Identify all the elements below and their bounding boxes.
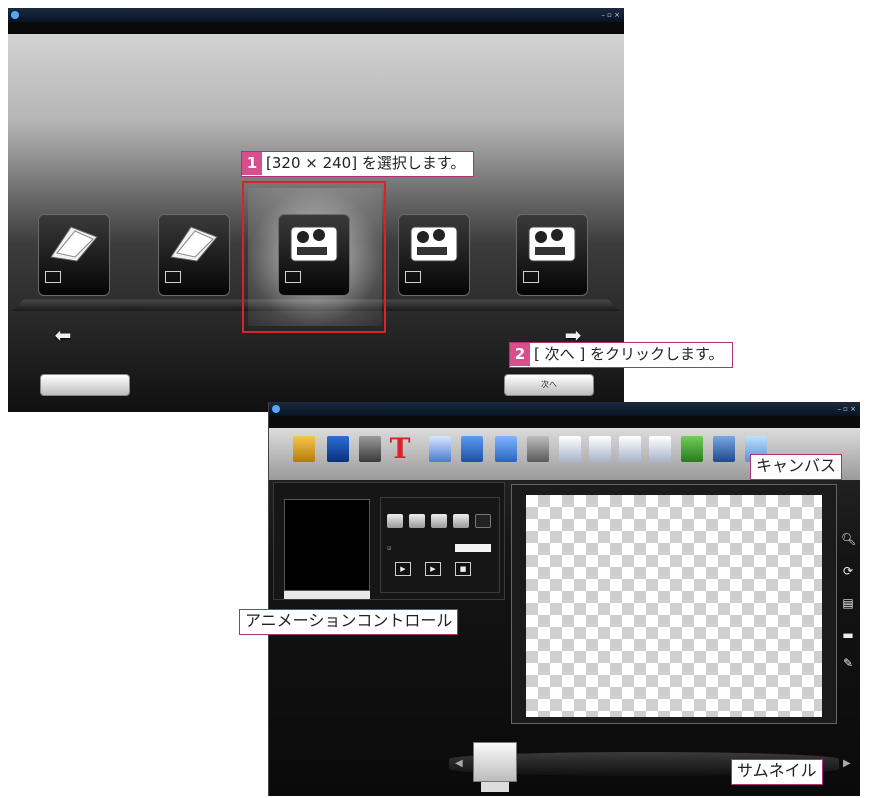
size-preview-box [165,271,181,283]
frame-prev-button[interactable] [409,514,425,528]
callout-animation-control: アニメーションコントロール [239,609,459,635]
layers-icon[interactable] [461,436,483,462]
frame-controls: ☑ ▶ ▶ ■ [380,497,500,593]
frame-delay-checkbox[interactable]: ☑ [387,546,391,552]
size-card-5[interactable] [516,214,588,296]
open-folder-icon[interactable] [293,436,315,462]
play-all-button[interactable]: ▶ [395,562,411,576]
frame-delete-button[interactable] [475,514,491,528]
step-text: [ 次へ ] をクリックします。 [534,345,724,363]
pencil-icon[interactable]: ✎ [841,656,855,670]
stacked-cards-icon [170,226,218,262]
menu-bar [8,22,624,34]
frame-delay-input[interactable] [455,544,491,552]
image-icon[interactable] [429,436,451,462]
size-preview-box [523,271,539,283]
preview-size-label [284,591,370,599]
image-adjust-icon[interactable]: ▤ [841,596,855,610]
step-number: 1 [242,152,262,175]
text-tool-icon[interactable]: T [389,435,411,463]
callout-canvas: キャンバス [750,454,843,480]
frame-first-button[interactable] [387,514,403,528]
title-bar: – ▫ × [8,8,624,22]
previous-arrow-icon[interactable]: ⬅ [48,325,78,345]
thumbnail-scroll-right-icon[interactable]: ▶ [843,758,851,769]
thumbnail-number [481,782,509,792]
frame-next-button[interactable] [431,514,447,528]
size-preview-box [45,271,61,283]
redo-icon[interactable] [713,436,735,462]
frame-thumbnail[interactable] [473,742,517,782]
undo-icon[interactable] [681,436,703,462]
title-bar: – ▫ × [269,402,860,416]
size-card-1[interactable] [38,214,110,296]
canvas[interactable] [526,495,822,717]
menu-bar [269,416,860,428]
canvas-frame [511,484,837,724]
save-icon[interactable] [327,436,349,462]
app-icon [11,11,19,19]
print-icon[interactable] [359,436,381,462]
play-once-button[interactable]: ▶ [425,562,441,576]
step-number: 2 [510,343,530,366]
camera-reel-icon [410,226,458,262]
next-button[interactable]: 次へ [504,374,594,396]
window-controls[interactable]: – ▫ × [601,8,620,22]
duplicate-frame-icon[interactable] [649,436,671,462]
thumbnail-scroll-left-icon[interactable]: ◀ [455,758,463,769]
camera-reel-icon [528,226,576,262]
zoom-icon[interactable]: 🔍︎ [841,532,856,546]
color-icon[interactable]: ▬ [841,628,855,642]
frame-last-button[interactable] [453,514,469,528]
stacked-cards-icon [50,226,98,262]
stop-button[interactable]: ■ [455,562,471,576]
frame-icon[interactable] [495,436,517,462]
animation-preview [284,499,370,591]
callout-thumbnail: サムネイル [731,759,823,785]
copy-frame-icon[interactable] [559,436,581,462]
size-card-4[interactable] [398,214,470,296]
callout-step-1: 1 [320 × 240] を選択します。 [241,151,475,177]
window-controls[interactable]: – ▫ × [837,402,856,416]
app-icon [272,405,280,413]
step-text: [320 × 240] を選択します。 [266,154,466,172]
size-preview-box [405,271,421,283]
animation-control-panel: ☑ ▶ ▶ ■ [273,482,505,600]
film-icon[interactable] [527,436,549,462]
rotate-icon[interactable]: ⟳ [841,564,855,578]
size-card-2[interactable] [158,214,230,296]
back-button[interactable] [40,374,130,396]
selection-highlight-box [242,181,386,333]
new-frame-icon[interactable] [619,436,641,462]
callout-step-2: 2[ 次へ ] をクリックします。 [509,342,733,368]
paste-frame-icon[interactable] [589,436,611,462]
